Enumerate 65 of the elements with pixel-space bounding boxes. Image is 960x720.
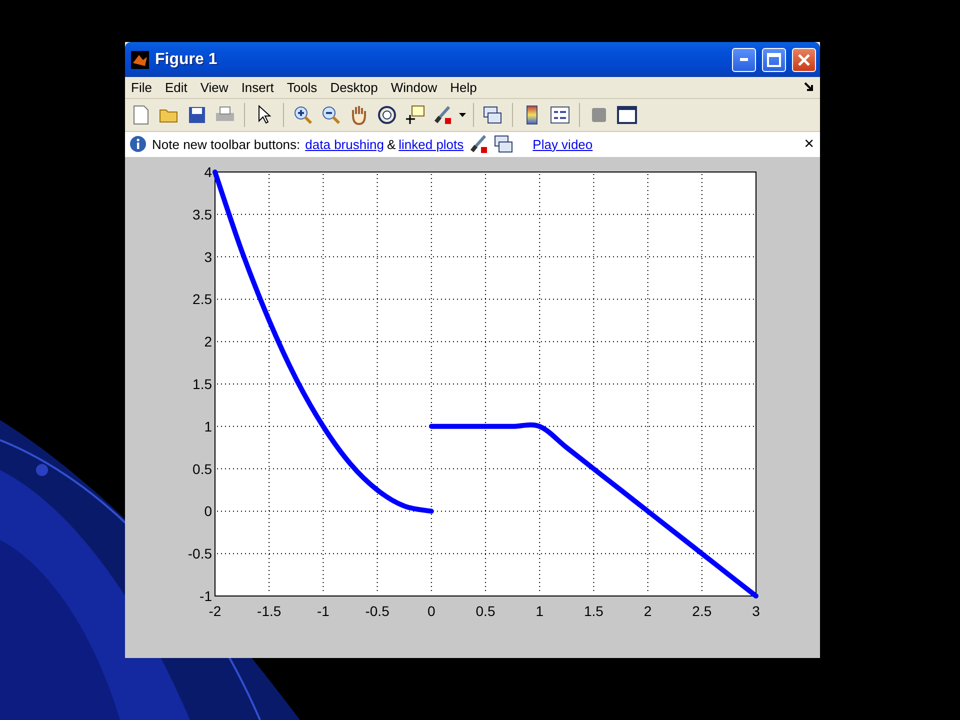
x-tick-label: 0.5 [476, 602, 496, 619]
info-icon [129, 135, 147, 154]
x-tick-label: 0 [428, 602, 436, 619]
minimize-icon [740, 58, 748, 62]
maximize-icon [767, 52, 781, 67]
square-icon [591, 106, 607, 123]
data-cursor-button[interactable] [403, 102, 427, 127]
y-tick-label: 2.5 [192, 291, 212, 308]
menu-item[interactable]: Desktop [330, 80, 385, 95]
x-tick-label: 2.5 [692, 602, 712, 619]
x-tick-label: 1.5 [584, 602, 604, 619]
close-button[interactable] [792, 48, 816, 72]
legend-icon [550, 106, 570, 124]
brush-icon [433, 104, 453, 125]
menu-item[interactable]: Window [390, 80, 444, 95]
play-video-link[interactable]: Play video [532, 136, 593, 152]
linked-plots-link[interactable]: linked plots [398, 136, 464, 152]
x-tick-label: -1.5 [257, 602, 282, 619]
x-tick-label: -1 [316, 602, 330, 619]
y-tick-label: 3.5 [192, 206, 212, 222]
maximize-button[interactable] [762, 48, 786, 72]
close-button[interactable]: × [802, 134, 816, 154]
y-tick-label: 1.5 [192, 376, 212, 392]
x-tick-label: -2 [208, 602, 222, 619]
x-tick-label: 3 [752, 602, 760, 619]
minimize-button[interactable] [732, 48, 756, 72]
data-brushing-link[interactable]: data brushing [305, 136, 384, 152]
window-title: Figure 1 [155, 50, 218, 69]
caret-icon[interactable] [459, 112, 466, 117]
y-tick-label: 0 [204, 503, 212, 520]
page-icon [132, 104, 150, 125]
rotate-icon [377, 104, 397, 125]
window-icon [617, 106, 637, 124]
y-tick-label: -1 [200, 588, 212, 604]
y-tick-label: 3 [204, 248, 212, 265]
zoom-out-icon [321, 104, 341, 125]
x-tick-label: 1 [536, 602, 544, 619]
menu-item[interactable]: Insert [241, 80, 281, 95]
menu-item[interactable]: Help [450, 80, 484, 95]
menu-item[interactable]: File [131, 80, 159, 95]
menu-item[interactable]: Tools [286, 80, 324, 95]
printer-icon [215, 106, 235, 124]
ampersand-text: & [386, 136, 396, 152]
y-tick-label: -0.5 [188, 546, 212, 562]
x-tick-label: -0.5 [365, 602, 390, 619]
link-icon [483, 104, 503, 125]
brush-icon [468, 134, 489, 154]
data-cursor-icon [405, 104, 425, 125]
link-icon [494, 134, 514, 154]
y-tick-label: 1 [204, 418, 212, 434]
y-tick-label: 4 [204, 164, 212, 180]
menu-item[interactable]: Edit [164, 80, 194, 95]
y-tick-label: 2 [204, 334, 212, 350]
hand-icon [350, 104, 368, 125]
floppy-icon [188, 106, 206, 124]
colorbar-icon [526, 104, 538, 125]
logo-icon [131, 50, 149, 69]
zoom-in-icon [293, 104, 313, 125]
dock-arrow-icon[interactable] [804, 82, 814, 92]
menu-item[interactable]: View [200, 80, 236, 95]
y-tick-label: 0.5 [192, 460, 212, 477]
x-tick-label: 2 [644, 602, 652, 619]
note-text: Note new toolbar buttons: [152, 136, 300, 152]
close-icon [798, 54, 810, 66]
pointer-icon [257, 104, 271, 125]
